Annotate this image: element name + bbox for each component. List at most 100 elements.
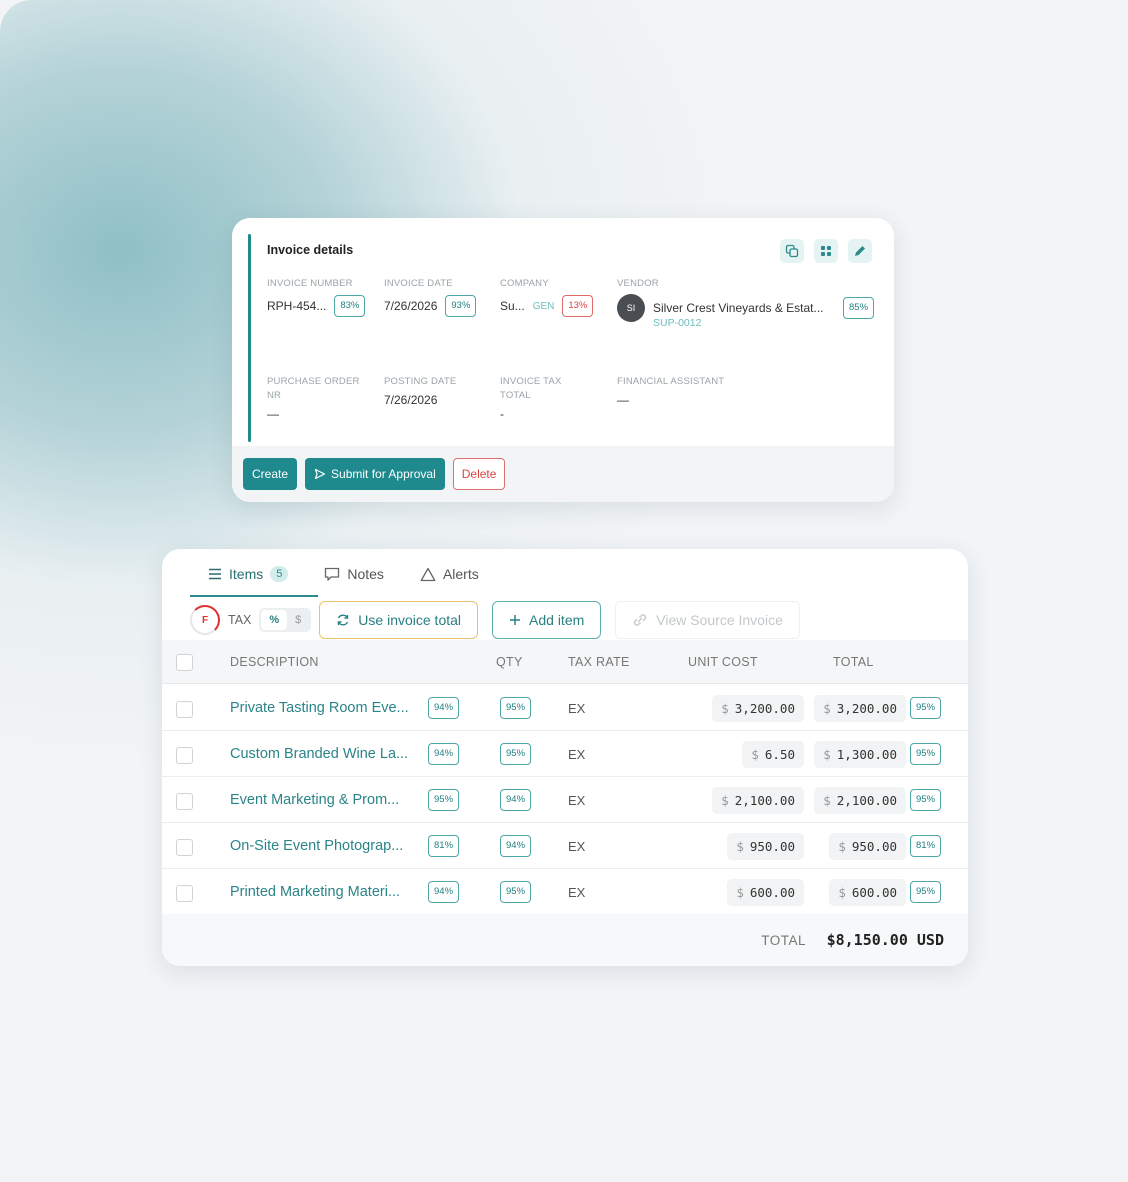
- row-checkbox[interactable]: [176, 885, 193, 902]
- vendor-value[interactable]: Silver Crest Vineyards & Estat...: [653, 301, 835, 315]
- currency-symbol: $: [721, 700, 729, 716]
- percent-option[interactable]: %: [261, 610, 288, 630]
- confidence-badge: 94%: [428, 881, 460, 903]
- item-description[interactable]: Event Marketing & Prom...: [230, 792, 399, 808]
- card-actions: [780, 239, 872, 263]
- field-label: INVOICE TAX: [500, 376, 562, 387]
- column-header[interactable]: UNIT COST: [688, 655, 758, 669]
- plus-icon: [510, 615, 521, 625]
- line-total-value: 600.00: [851, 884, 897, 900]
- column-header[interactable]: TAX RATE: [568, 655, 630, 669]
- line-total[interactable]: $600.00: [829, 878, 906, 906]
- column-header[interactable]: QTY: [496, 655, 523, 669]
- line-total[interactable]: $1,300.00: [814, 740, 906, 768]
- edit-icon[interactable]: [848, 239, 872, 263]
- company-value[interactable]: Su...: [500, 299, 525, 313]
- invoice-number-field: INVOICE NUMBER RPH-454... 83%: [267, 277, 366, 317]
- active-tab-indicator: [190, 595, 318, 597]
- warning-icon: [420, 567, 436, 581]
- company-field: COMPANY Su... GEN 13%: [500, 277, 594, 317]
- vendor-field: VENDOR SI Silver Crest Vineyards & Estat…: [617, 277, 879, 337]
- item-description[interactable]: Private Tasting Room Eve...: [230, 700, 409, 716]
- line-total[interactable]: $2,100.00: [814, 786, 906, 814]
- field-label: COMPANY: [500, 278, 549, 289]
- item-description[interactable]: Printed Marketing Materi...: [230, 884, 400, 900]
- table-row[interactable]: Printed Marketing Materi... 94% 95% EX $…: [162, 869, 968, 915]
- copy-icon[interactable]: [780, 239, 804, 263]
- table-row[interactable]: Private Tasting Room Eve... 94% 95% EX $…: [162, 685, 968, 731]
- submit-for-approval-button[interactable]: Submit for Approval: [305, 458, 445, 490]
- currency-symbol: $: [721, 792, 729, 808]
- row-checkbox[interactable]: [176, 839, 193, 856]
- confidence-badge: 95%: [910, 743, 942, 765]
- item-description[interactable]: On-Site Event Photograp...: [230, 838, 403, 854]
- column-header[interactable]: TOTAL: [833, 655, 874, 669]
- select-all-checkbox[interactable]: [176, 654, 193, 671]
- row-checkbox[interactable]: [176, 793, 193, 810]
- tax-rate[interactable]: EX: [568, 701, 585, 716]
- column-header[interactable]: DESCRIPTION: [230, 655, 319, 669]
- unit-cost[interactable]: $6.50: [742, 740, 804, 768]
- confidence-badge: 94%: [428, 743, 460, 765]
- dollar-option[interactable]: $: [287, 610, 309, 630]
- tax-label: TAX: [228, 613, 252, 627]
- refresh-icon: [338, 614, 349, 626]
- items-toolbar: F TAX % $ Use invoice total Add item Vie…: [190, 601, 800, 639]
- qty-confidence-badge[interactable]: 94%: [500, 789, 532, 811]
- tab-bar: Items 5 Notes Alerts: [190, 561, 497, 599]
- unit-cost[interactable]: $950.00: [727, 832, 804, 860]
- item-description[interactable]: Custom Branded Wine La...: [230, 746, 408, 762]
- use-invoice-total-button[interactable]: Use invoice total: [319, 601, 479, 639]
- unit-cost[interactable]: $3,200.00: [712, 694, 804, 722]
- invoice-date-field: INVOICE DATE 7/26/2026 93%: [384, 277, 477, 317]
- qty-confidence-badge[interactable]: 95%: [500, 743, 532, 765]
- tab-label: Alerts: [442, 566, 479, 582]
- tab-alerts[interactable]: Alerts: [402, 561, 497, 587]
- currency-symbol: $: [823, 746, 831, 762]
- confidence-badge: 83%: [334, 295, 366, 317]
- invoice-number-value[interactable]: RPH-454...: [267, 299, 326, 313]
- tax-rate[interactable]: EX: [568, 747, 585, 762]
- tax-rate[interactable]: EX: [568, 885, 585, 900]
- invoice-date-value[interactable]: 7/26/2026: [384, 299, 437, 313]
- qty-confidence-badge[interactable]: 95%: [500, 697, 532, 719]
- button-label: Use invoice total: [358, 612, 462, 628]
- delete-button[interactable]: Delete: [452, 458, 506, 490]
- line-total-value: 3,200.00: [836, 700, 897, 716]
- purchase-order-value[interactable]: —: [267, 407, 360, 421]
- line-total[interactable]: $950.00: [829, 832, 906, 860]
- qty-confidence-badge[interactable]: 94%: [500, 835, 532, 857]
- table-row[interactable]: On-Site Event Photograp... 81% 94% EX $9…: [162, 823, 968, 869]
- view-source-invoice-button[interactable]: View Source Invoice: [615, 601, 800, 639]
- currency-symbol: $: [823, 792, 831, 808]
- tax-rate[interactable]: EX: [568, 839, 585, 854]
- grand-total-value: $8,150.00 USD: [826, 931, 944, 949]
- financial-assistant-value[interactable]: —: [617, 393, 724, 407]
- confidence-badge: 95%: [910, 881, 942, 903]
- card-footer: Create Submit for Approval Delete: [232, 446, 894, 502]
- qty-confidence-badge[interactable]: 95%: [500, 881, 532, 903]
- submit-label: Submit for Approval: [331, 467, 436, 481]
- posting-date-value[interactable]: 7/26/2026: [384, 393, 456, 407]
- grid-icon[interactable]: [814, 239, 838, 263]
- add-item-button[interactable]: Add item: [492, 601, 602, 639]
- tax-rate[interactable]: EX: [568, 793, 585, 808]
- confidence-badge: 95%: [910, 789, 942, 811]
- row-checkbox[interactable]: [176, 747, 193, 764]
- field-label: NR: [267, 390, 282, 401]
- confidence-badge: 85%: [843, 297, 875, 319]
- field-label: POSTING DATE: [384, 376, 457, 387]
- tab-items[interactable]: Items 5: [190, 561, 306, 587]
- row-checkbox[interactable]: [176, 701, 193, 718]
- accent-bar: [248, 234, 251, 442]
- line-total[interactable]: $3,200.00: [814, 694, 906, 722]
- unit-cost[interactable]: $2,100.00: [712, 786, 804, 814]
- invoice-tax-total-value[interactable]: -: [500, 407, 562, 421]
- line-total-value: 1,300.00: [836, 746, 897, 762]
- invoice-tax-total-field: INVOICE TAX TOTAL -: [500, 375, 562, 421]
- table-row[interactable]: Event Marketing & Prom... 95% 94% EX $2,…: [162, 777, 968, 823]
- create-button[interactable]: Create: [243, 458, 298, 490]
- table-row[interactable]: Custom Branded Wine La... 94% 95% EX $6.…: [162, 731, 968, 777]
- tab-notes[interactable]: Notes: [306, 561, 402, 587]
- unit-cost[interactable]: $600.00: [727, 878, 804, 906]
